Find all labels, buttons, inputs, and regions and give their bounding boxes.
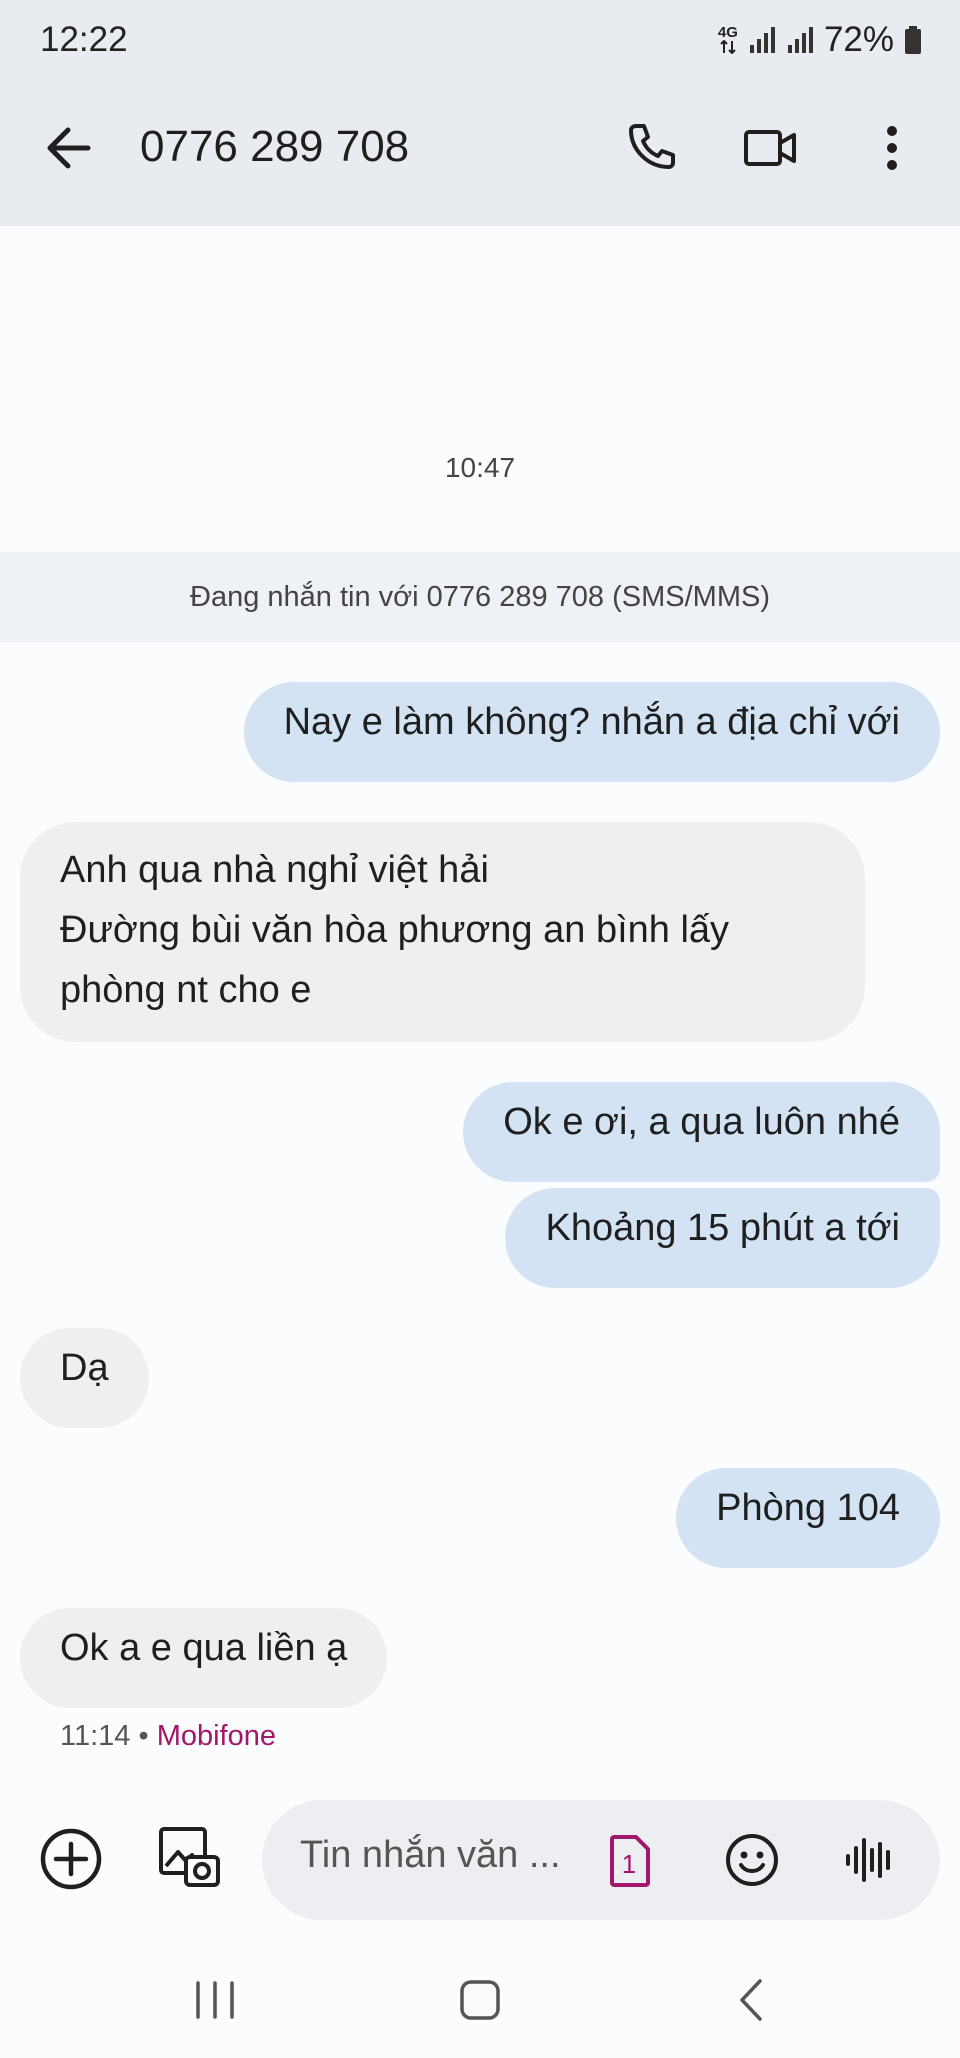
contact-title: 0776 289 708 xyxy=(140,122,410,171)
network-type: 4G xyxy=(717,24,738,41)
battery-percent: 72% xyxy=(823,20,894,59)
message-line: phòng nt cho e xyxy=(60,969,312,1011)
message-bubble-incoming[interactable]: Dạ xyxy=(20,1328,149,1428)
message-time: 11:14 xyxy=(60,1720,131,1752)
message-line: Anh qua nhà nghỉ việt hải xyxy=(60,849,489,891)
sim-slot-number: 1 xyxy=(622,1849,636,1879)
meta-separator: • xyxy=(138,1720,149,1752)
time-divider: 10:47 xyxy=(444,452,516,483)
sms-info-text: Đang nhắn tin với 0776 289 708 (SMS/MMS) xyxy=(190,580,770,613)
signal-icon xyxy=(749,27,775,53)
sms-info-banner: Đang nhắn tin với 0776 289 708 (SMS/MMS) xyxy=(0,552,960,642)
message-text: Dạ xyxy=(60,1347,109,1389)
message-text: Ok e ơi, a qua luôn nhé xyxy=(503,1101,900,1143)
app-bar: 0776 289 708 xyxy=(0,84,960,226)
message-meta: 11:14 • Mobifone xyxy=(60,1720,276,1753)
add-attachment-icon[interactable] xyxy=(38,1826,104,1892)
gallery-icon[interactable] xyxy=(156,1824,222,1890)
nav-back-icon[interactable] xyxy=(728,1975,778,2025)
status-time: 12:22 xyxy=(40,20,128,59)
recents-icon[interactable] xyxy=(190,1975,240,2025)
message-line: Đường bùi văn hòa phương an bình lấy xyxy=(60,909,730,951)
voice-message-icon[interactable] xyxy=(840,1830,900,1890)
phone-icon[interactable] xyxy=(620,118,680,178)
back-arrow-icon[interactable] xyxy=(40,118,100,178)
message-bubble-outgoing[interactable]: Ok e ơi, a qua luôn nhé xyxy=(463,1082,940,1182)
carrier-label: Mobifone xyxy=(156,1720,277,1752)
message-text: Nay e làm không? nhắn a địa chỉ với xyxy=(283,701,900,743)
system-nav-bar xyxy=(0,1945,960,2058)
message-text: Phòng 104 xyxy=(716,1487,900,1529)
emoji-icon[interactable] xyxy=(722,1830,782,1890)
status-indicators: 4G 72% xyxy=(718,20,922,60)
home-icon[interactable] xyxy=(455,1975,505,2025)
message-bubble-incoming[interactable]: Anh qua nhà nghỉ việt hải Đường bùi văn … xyxy=(20,822,865,1042)
network-4g-icon: 4G xyxy=(717,24,738,54)
message-bubble-outgoing[interactable]: Phòng 104 xyxy=(676,1468,940,1568)
video-call-icon[interactable] xyxy=(740,118,800,178)
message-input-placeholder: Tin nhắn văn ... xyxy=(300,1834,561,1876)
message-bubble-outgoing[interactable]: Khoảng 15 phút a tới xyxy=(505,1188,940,1288)
more-options-icon[interactable] xyxy=(862,118,922,178)
sim-card-icon[interactable]: 1 xyxy=(602,1834,652,1888)
message-input[interactable]: Tin nhắn văn ... 1 xyxy=(262,1800,940,1920)
signal-2-icon xyxy=(787,27,813,53)
message-bubble-incoming[interactable]: Ok a e qua liền ạ xyxy=(20,1608,388,1708)
message-bubble-outgoing[interactable]: Nay e làm không? nhắn a địa chỉ với xyxy=(243,682,940,782)
composer-bar: Tin nhắn văn ... 1 xyxy=(0,1790,960,1930)
battery-icon xyxy=(905,26,921,54)
message-text: Khoảng 15 phút a tới xyxy=(545,1207,900,1249)
message-text: Ok a e qua liền ạ xyxy=(60,1627,348,1669)
status-bar: 12:22 4G 72% xyxy=(0,0,960,84)
